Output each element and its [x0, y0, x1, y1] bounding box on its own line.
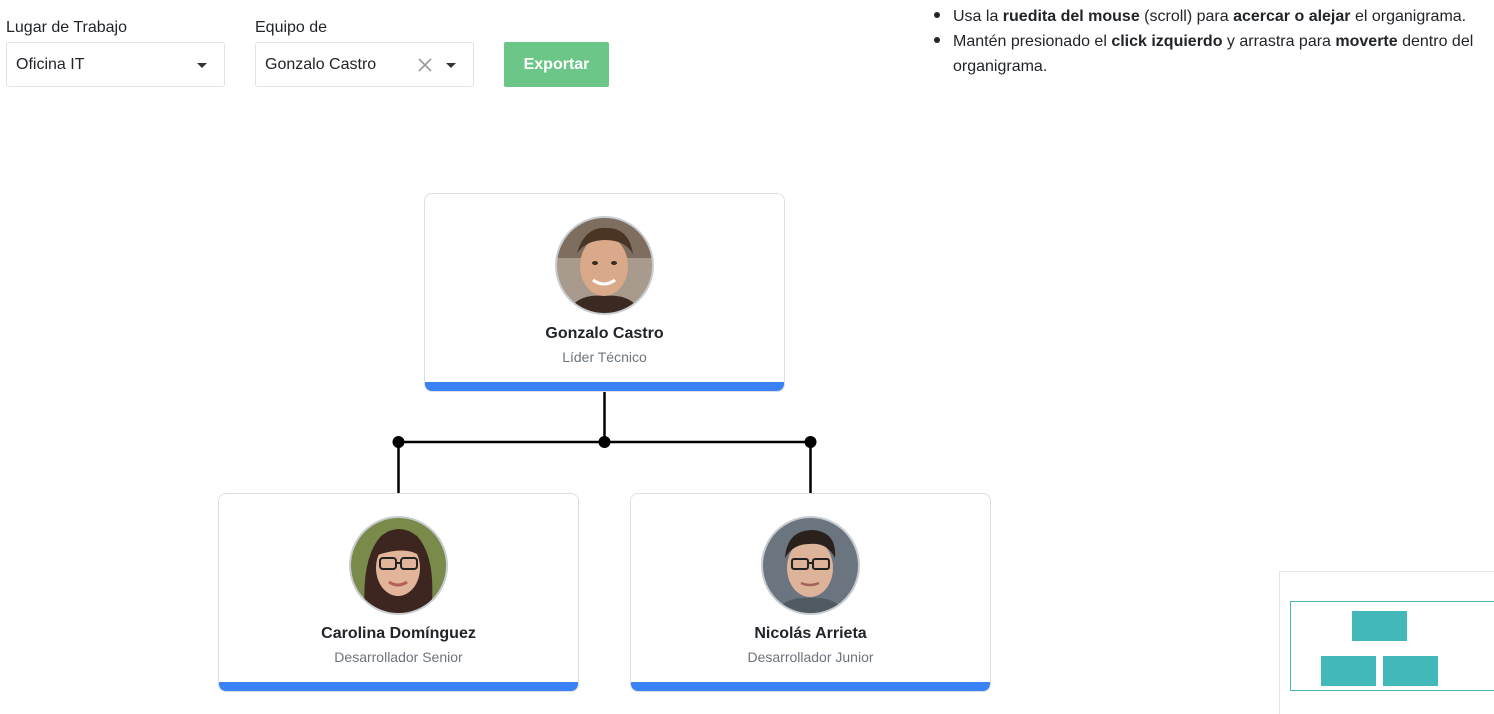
card-accent-bar [631, 682, 990, 691]
org-card-root[interactable]: Gonzalo Castro Líder Técnico [424, 193, 785, 392]
team-select-value: Gonzalo Castro [265, 55, 377, 73]
export-button[interactable]: Exportar [504, 42, 609, 87]
instruction-item: Mantén presionado el click izquierdo y a… [933, 29, 1493, 79]
card-role: Desarrollador Senior [334, 649, 463, 665]
instructions-list: Usa la ruedita del mouse (scroll) para a… [933, 4, 1493, 79]
avatar [761, 516, 860, 615]
connector-dot-right [804, 436, 817, 448]
workplace-select[interactable]: Oficina IT [6, 42, 225, 87]
instruction-item: Usa la ruedita del mouse (scroll) para a… [933, 4, 1493, 29]
instruction-text: Mantén presionado el [953, 33, 1112, 50]
connector-dot-center [598, 436, 611, 448]
chevron-down-icon[interactable] [446, 63, 456, 68]
instruction-emphasis: acercar o alejar [1233, 8, 1351, 25]
clear-icon[interactable] [417, 57, 433, 73]
card-name: Gonzalo Castro [545, 325, 664, 342]
card-name: Carolina Domínguez [321, 625, 476, 642]
minimap-node-child [1383, 656, 1438, 686]
team-select[interactable]: Gonzalo Castro [255, 42, 474, 87]
card-role: Líder Técnico [562, 349, 647, 365]
org-card-child[interactable]: Carolina Domínguez Desarrollador Senior [218, 493, 579, 692]
minimap[interactable] [1279, 571, 1494, 714]
minimap-node-child [1321, 656, 1376, 686]
instruction-emphasis: ruedita del mouse [1002, 8, 1140, 25]
card-name: Nicolás Arrieta [754, 625, 867, 642]
instruction-text: (scroll) para [1139, 8, 1234, 25]
org-card-child[interactable]: Nicolás Arrieta Desarrollador Junior [630, 493, 991, 692]
instruction-text: Usa la [953, 8, 1003, 25]
minimap-node-root [1352, 611, 1407, 641]
team-label: Equipo de [255, 19, 328, 36]
avatar [555, 216, 654, 315]
instruction-emphasis: moverte [1335, 33, 1398, 50]
instruction-text: el organigrama. [1350, 8, 1467, 25]
avatar [349, 516, 448, 615]
chevron-down-icon[interactable] [197, 63, 207, 68]
workplace-label: Lugar de Trabajo [6, 19, 127, 36]
card-role: Desarrollador Junior [747, 649, 874, 665]
card-accent-bar [425, 382, 784, 391]
workplace-select-value: Oficina IT [16, 55, 85, 73]
connector-dot-left [392, 436, 405, 448]
instruction-text: y arrastra para [1222, 33, 1336, 50]
card-accent-bar [219, 682, 578, 691]
instruction-emphasis: click izquierdo [1111, 33, 1223, 50]
